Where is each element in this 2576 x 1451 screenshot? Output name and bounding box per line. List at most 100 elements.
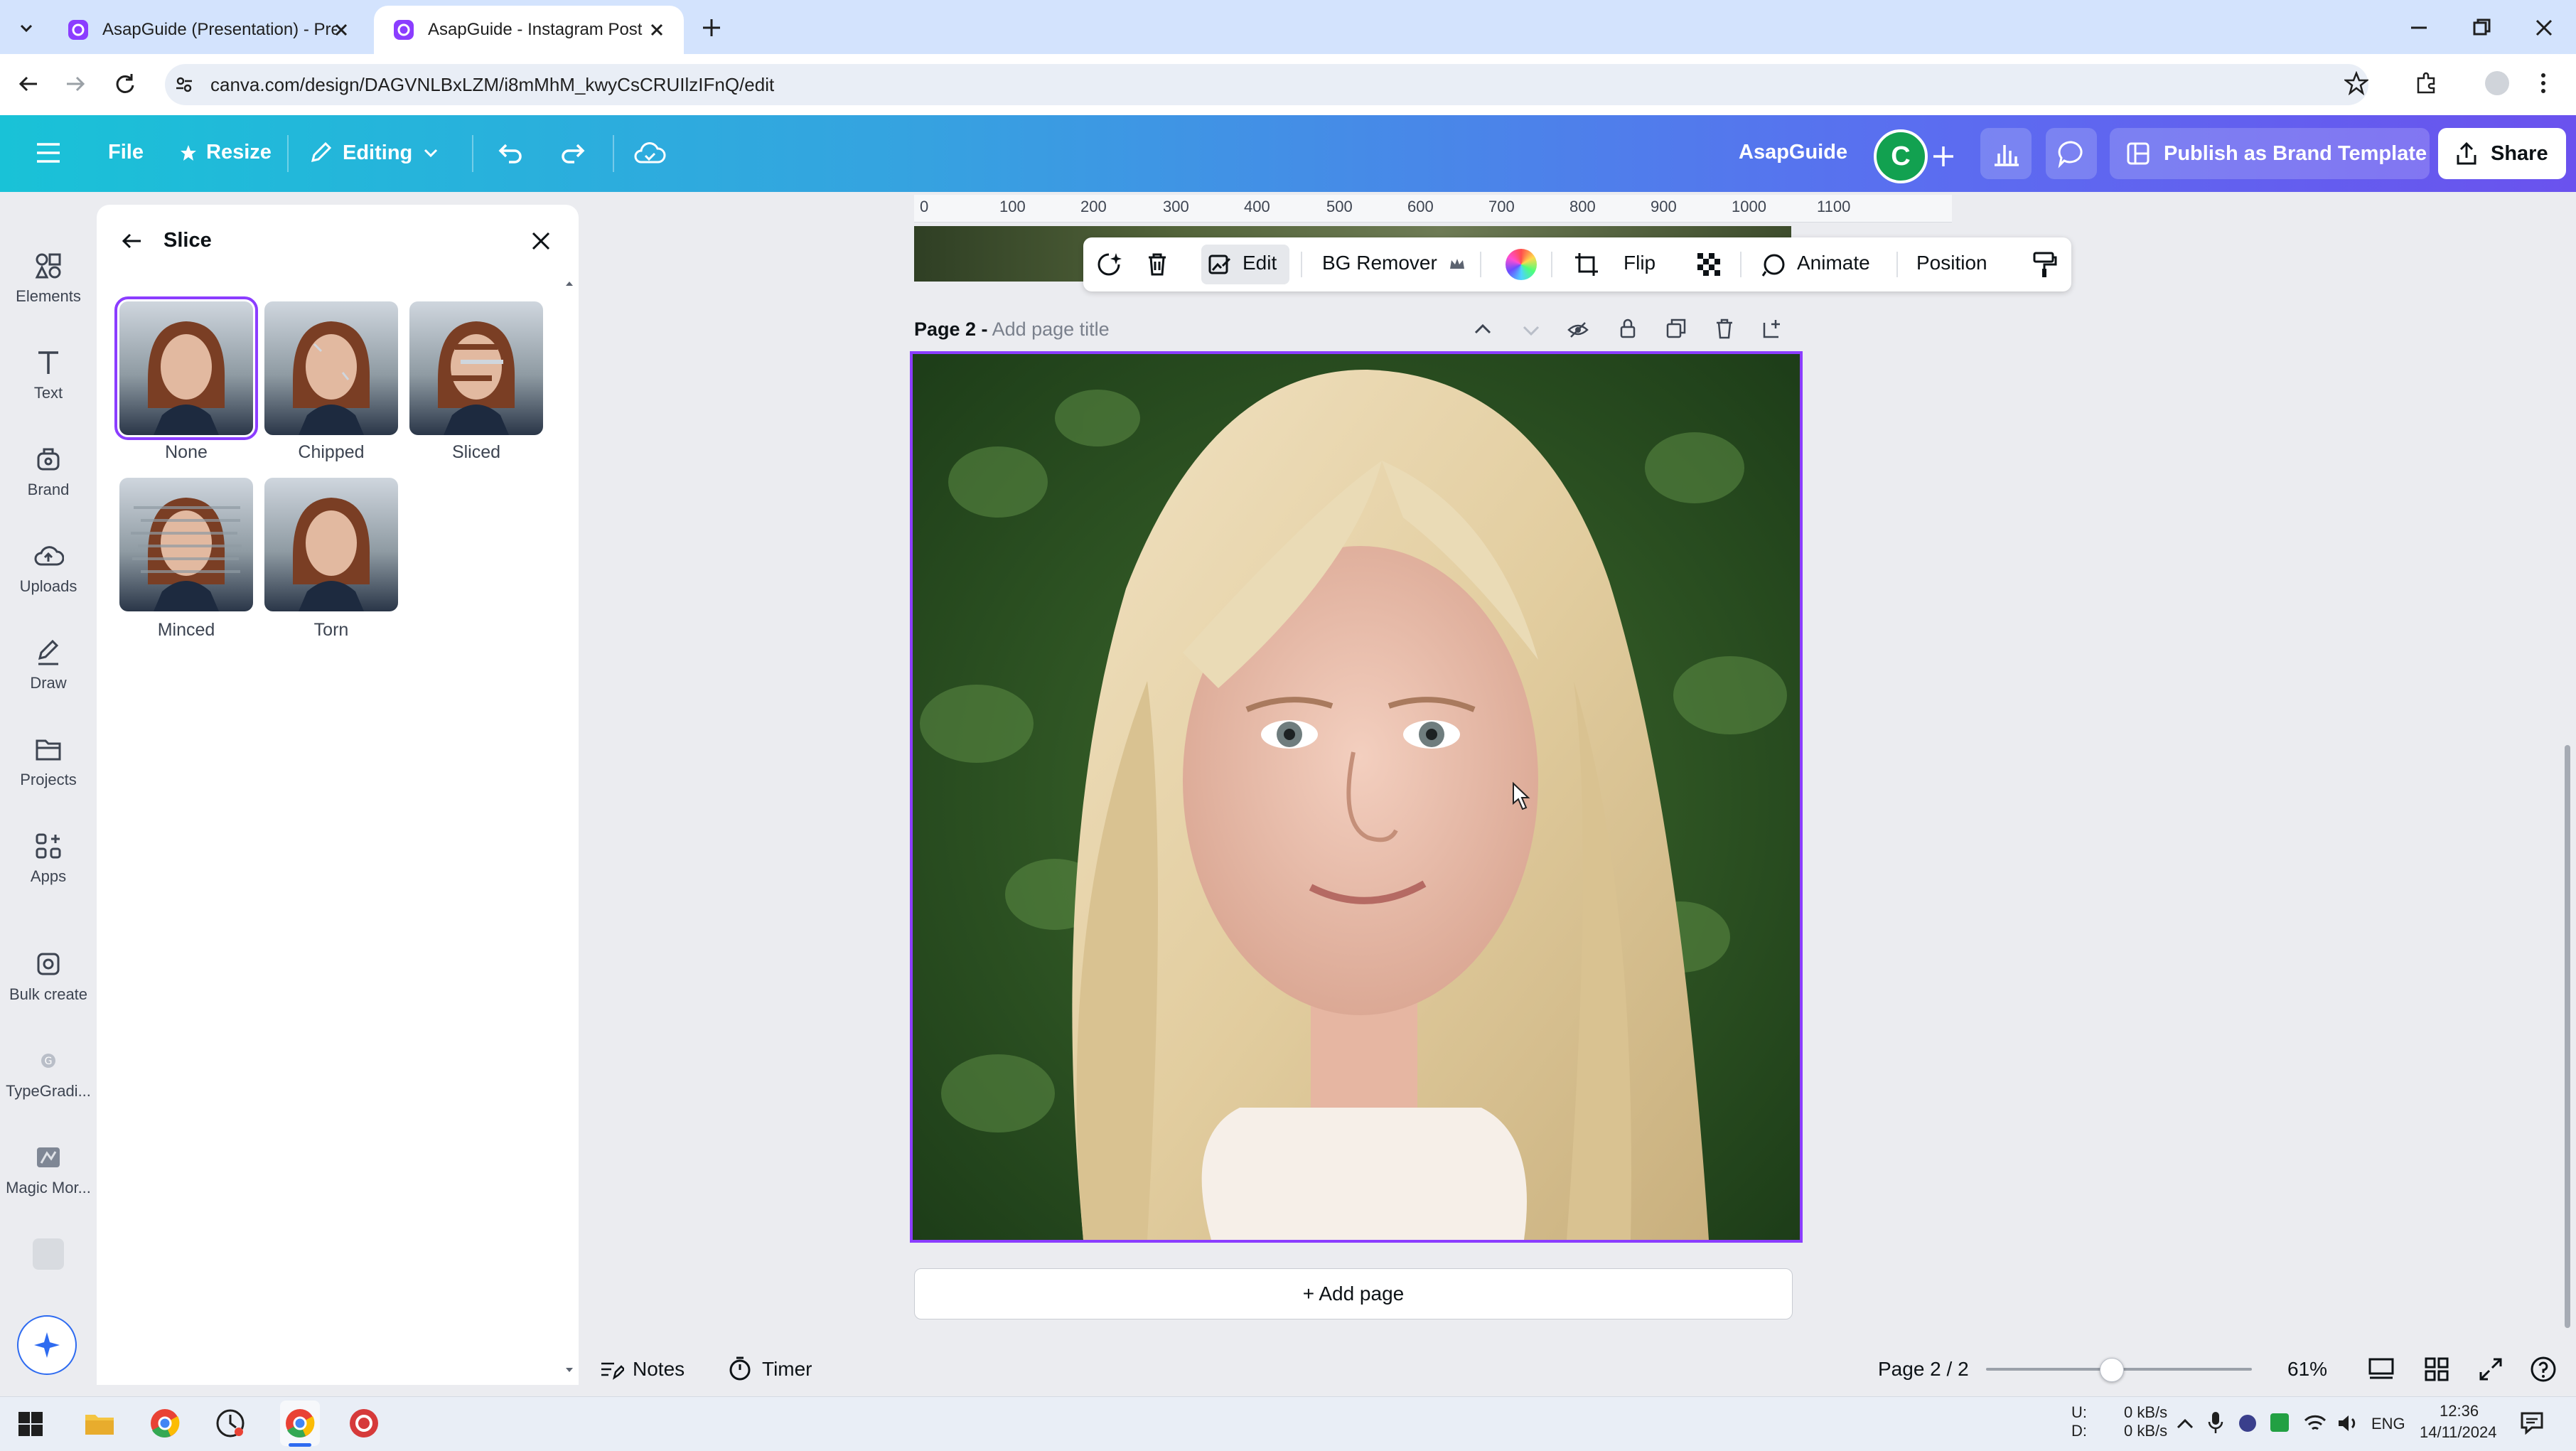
panel-scroll-down-icon[interactable]: [564, 1365, 574, 1375]
tray-app-icon[interactable]: [2239, 1415, 2256, 1432]
effect-thumb-minced[interactable]: [119, 478, 253, 611]
undo-icon[interactable]: [495, 138, 526, 169]
zoom-slider-handle[interactable]: [2099, 1358, 2124, 1382]
bg-remover-button[interactable]: BG Remover: [1322, 252, 1437, 274]
sidebar-item-typegradient[interactable]: G TypeGradi...: [0, 1045, 97, 1101]
delete-page-icon[interactable]: [1713, 317, 1736, 340]
page-count-button[interactable]: Page 2 / 2: [1878, 1358, 1969, 1381]
notes-button[interactable]: Notes: [633, 1358, 685, 1381]
add-page-after-icon[interactable]: [1761, 317, 1784, 340]
extensions-icon[interactable]: [2414, 71, 2438, 95]
wifi-icon[interactable]: [2303, 1412, 2327, 1435]
tab-instagram-post[interactable]: AsapGuide - Instagram Post: [374, 6, 684, 54]
profile-avatar[interactable]: [2485, 71, 2509, 95]
restore-window-icon[interactable]: [2469, 16, 2494, 40]
publish-brand-template-button[interactable]: Publish as Brand Template: [2110, 128, 2430, 179]
sidebar-item-projects[interactable]: Projects: [0, 734, 97, 789]
close-tab-icon[interactable]: [647, 20, 667, 40]
bookmark-star-icon[interactable]: [2344, 71, 2368, 95]
volume-icon[interactable]: [2336, 1412, 2360, 1435]
input-language[interactable]: ENG: [2371, 1415, 2405, 1433]
hide-page-icon[interactable]: [1567, 318, 1589, 341]
move-page-down-icon[interactable]: [1520, 318, 1542, 341]
add-page-title-field[interactable]: Add page title: [992, 318, 1110, 340]
move-page-up-icon[interactable]: [1471, 318, 1494, 341]
duplicate-page-icon[interactable]: [1665, 317, 1687, 340]
selected-image[interactable]: [910, 351, 1803, 1243]
vertical-scrollbar[interactable]: [2565, 745, 2570, 1328]
invite-plus-icon[interactable]: [1928, 141, 1959, 172]
add-page-button[interactable]: + Add page: [914, 1268, 1793, 1319]
sidebar-item-elements[interactable]: Elements: [0, 250, 97, 306]
url-text[interactable]: canva.com/design/DAGVNLBxLZM/i8mMhM_kwyC…: [210, 74, 774, 96]
file-menu-button[interactable]: File: [108, 141, 144, 164]
sidebar-item-brand[interactable]: Brand: [0, 444, 97, 499]
insights-button[interactable]: [1980, 128, 2032, 179]
effect-thumb-chipped[interactable]: [264, 301, 398, 435]
screen-recorder-icon[interactable]: [348, 1408, 380, 1439]
zoom-slider[interactable]: [1986, 1358, 2252, 1382]
back-icon[interactable]: [16, 71, 41, 97]
sidebar-item-text[interactable]: Text: [0, 347, 97, 402]
tray-expand-icon[interactable]: [2175, 1415, 2195, 1432]
redo-icon[interactable]: [557, 138, 589, 169]
tab-search-icon[interactable]: [16, 17, 37, 38]
forward-icon[interactable]: [63, 71, 88, 97]
clock-time[interactable]: 12:36: [2440, 1402, 2479, 1420]
new-tab-icon[interactable]: [699, 16, 724, 40]
chrome-active-icon[interactable]: [284, 1408, 316, 1439]
zoom-level[interactable]: 61%: [2287, 1358, 2327, 1381]
notifications-icon[interactable]: [2519, 1410, 2545, 1435]
delete-icon[interactable]: [1143, 250, 1171, 279]
position-button[interactable]: Position: [1916, 252, 1987, 274]
sidebar-item-magic-morph[interactable]: Magic Mor...: [0, 1142, 97, 1197]
clock-date[interactable]: 14/11/2024: [2420, 1423, 2496, 1442]
copy-style-icon[interactable]: [2029, 249, 2060, 280]
grid-view-icon[interactable]: [2422, 1355, 2451, 1383]
sidebar-item-uploads[interactable]: Uploads: [0, 540, 97, 596]
comments-button[interactable]: [2046, 128, 2097, 179]
microphone-icon[interactable]: [2206, 1410, 2225, 1435]
editing-mode-dropdown[interactable]: Editing: [307, 139, 441, 166]
team-name[interactable]: AsapGuide: [1739, 141, 1847, 164]
flip-button[interactable]: Flip: [1624, 252, 1655, 274]
sidebar-item-draw[interactable]: Draw: [0, 637, 97, 692]
effect-thumb-sliced[interactable]: [409, 301, 543, 435]
resize-button[interactable]: Resize: [179, 141, 272, 164]
animate-button[interactable]: Animate: [1797, 252, 1870, 274]
fullscreen-icon[interactable]: [2476, 1355, 2505, 1383]
user-avatar[interactable]: C: [1874, 129, 1928, 183]
page-view-icon[interactable]: [2367, 1355, 2395, 1383]
magic-assistant-button[interactable]: [17, 1315, 77, 1375]
app-icon[interactable]: [215, 1408, 246, 1439]
close-tab-icon[interactable]: [331, 20, 351, 40]
cloud-saved-icon[interactable]: [633, 138, 667, 169]
windows-start-icon[interactable]: [17, 1410, 44, 1437]
browser-menu-icon[interactable]: [2536, 71, 2550, 95]
reload-icon[interactable]: [112, 71, 138, 97]
panel-back-icon[interactable]: [118, 227, 145, 255]
crop-icon[interactable]: [1572, 250, 1601, 279]
transparency-icon[interactable]: [1695, 250, 1723, 279]
sidebar-item-apps[interactable]: Apps: [0, 830, 97, 886]
tab-presentation[interactable]: AsapGuide (Presentation) - Pre: [48, 6, 368, 54]
color-picker-button[interactable]: [1506, 249, 1537, 280]
ai-edit-icon[interactable]: [1095, 250, 1123, 279]
panel-scroll-up-icon[interactable]: [564, 279, 574, 289]
effect-thumb-none[interactable]: [114, 296, 258, 440]
more-apps-icon[interactable]: [33, 1238, 64, 1270]
effect-thumb-torn[interactable]: [264, 478, 398, 611]
minimize-window-icon[interactable]: [2407, 16, 2431, 40]
sidebar-item-bulk-create[interactable]: Bulk create: [0, 948, 97, 1004]
close-window-icon[interactable]: [2532, 16, 2556, 40]
chrome-icon[interactable]: [149, 1408, 181, 1439]
panel-close-icon[interactable]: [527, 227, 554, 255]
file-explorer-icon[interactable]: [84, 1409, 115, 1437]
site-info-icon[interactable]: [173, 74, 195, 95]
tray-app-green-icon[interactable]: [2270, 1413, 2289, 1432]
main-menu-icon[interactable]: [34, 141, 63, 165]
timer-button[interactable]: Timer: [762, 1358, 812, 1381]
help-icon[interactable]: [2529, 1355, 2558, 1383]
share-button[interactable]: Share: [2438, 128, 2566, 179]
lock-page-icon[interactable]: [1616, 317, 1639, 340]
